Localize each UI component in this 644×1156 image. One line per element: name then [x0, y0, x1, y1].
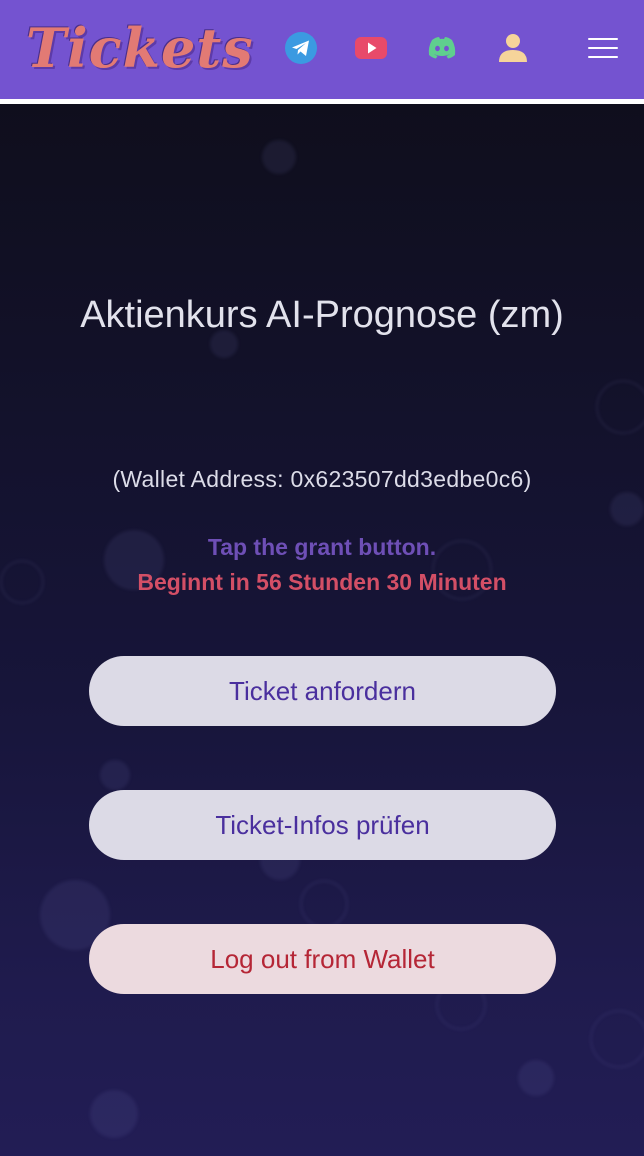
discord-icon[interactable]	[424, 30, 460, 66]
wallet-address: (Wallet Address: 0x623507dd3edbe0c6)	[112, 466, 532, 492]
telegram-icon[interactable]	[283, 30, 319, 66]
bokeh-light	[518, 1060, 554, 1096]
logout-wallet-button[interactable]: Log out from Wallet	[89, 924, 556, 994]
bokeh-light	[610, 492, 644, 526]
header-divider	[0, 99, 644, 104]
user-icon[interactable]	[495, 30, 531, 66]
youtube-icon[interactable]	[353, 30, 389, 66]
check-ticket-button[interactable]: Ticket-Infos prüfen	[89, 790, 556, 860]
top-navbar: Tickets	[0, 0, 644, 99]
bokeh-light	[262, 140, 296, 174]
site-logo[interactable]: Tickets	[26, 16, 254, 80]
menu-icon[interactable]	[588, 36, 620, 60]
page-title: Aktienkurs AI-Prognose (zm)	[80, 294, 564, 336]
countdown-text: Beginnt in 56 Stunden 30 Minuten	[137, 569, 507, 595]
bokeh-light	[300, 880, 348, 928]
bokeh-light	[90, 1090, 138, 1138]
bokeh-light	[590, 1010, 644, 1068]
bokeh-light	[100, 760, 130, 790]
request-ticket-button[interactable]: Ticket anfordern	[89, 656, 556, 726]
hint-text: Tap the grant button.	[207, 534, 437, 560]
bokeh-light	[596, 380, 644, 434]
